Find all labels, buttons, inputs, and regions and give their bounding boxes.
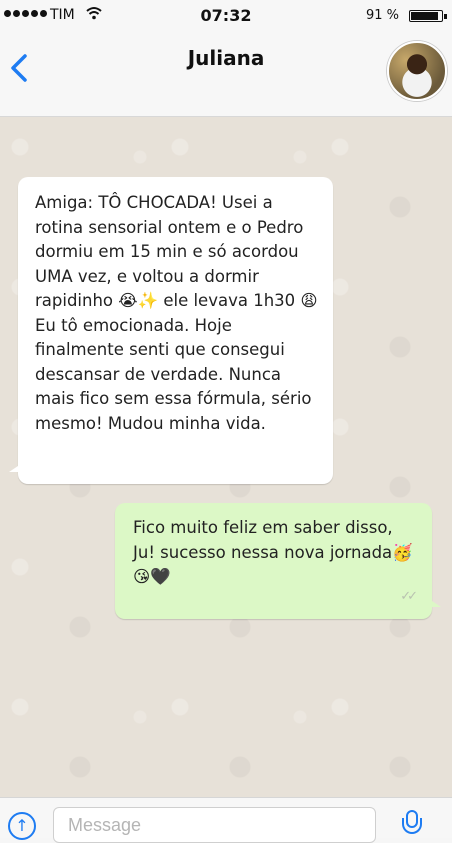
upload-icon: ↑ <box>15 816 29 835</box>
upload-button[interactable]: ↑ <box>8 812 36 840</box>
battery-percent: 91 % <box>366 8 400 23</box>
message-text: Fico muito feliz em saber disso, Ju! suc… <box>133 518 413 586</box>
microphone-stand <box>402 818 422 834</box>
double-check-icon: ✓✓ <box>400 588 418 604</box>
outgoing-message-bubble[interactable]: Fico muito feliz em saber disso, Ju! suc… <box>115 503 441 619</box>
battery-icon <box>409 10 443 22</box>
chat-area[interactable]: Amiga: TÔ CHOCADA! Usei a rotina sensori… <box>0 117 452 797</box>
status-bar: TIM 07:32 91 % <box>0 0 452 34</box>
contact-avatar[interactable] <box>387 41 447 101</box>
battery-tip <box>444 14 447 19</box>
incoming-message-bubble[interactable]: Amiga: TÔ CHOCADA! Usei a rotina sensori… <box>9 177 333 484</box>
message-input[interactable] <box>53 807 376 843</box>
message-text: Amiga: TÔ CHOCADA! Usei a rotina sensori… <box>35 193 318 433</box>
contact-name[interactable]: Juliana <box>0 46 452 70</box>
message-input-bar: ↑ <box>0 797 452 843</box>
chat-header: Juliana <box>0 34 452 117</box>
microphone-button[interactable] <box>402 810 422 840</box>
